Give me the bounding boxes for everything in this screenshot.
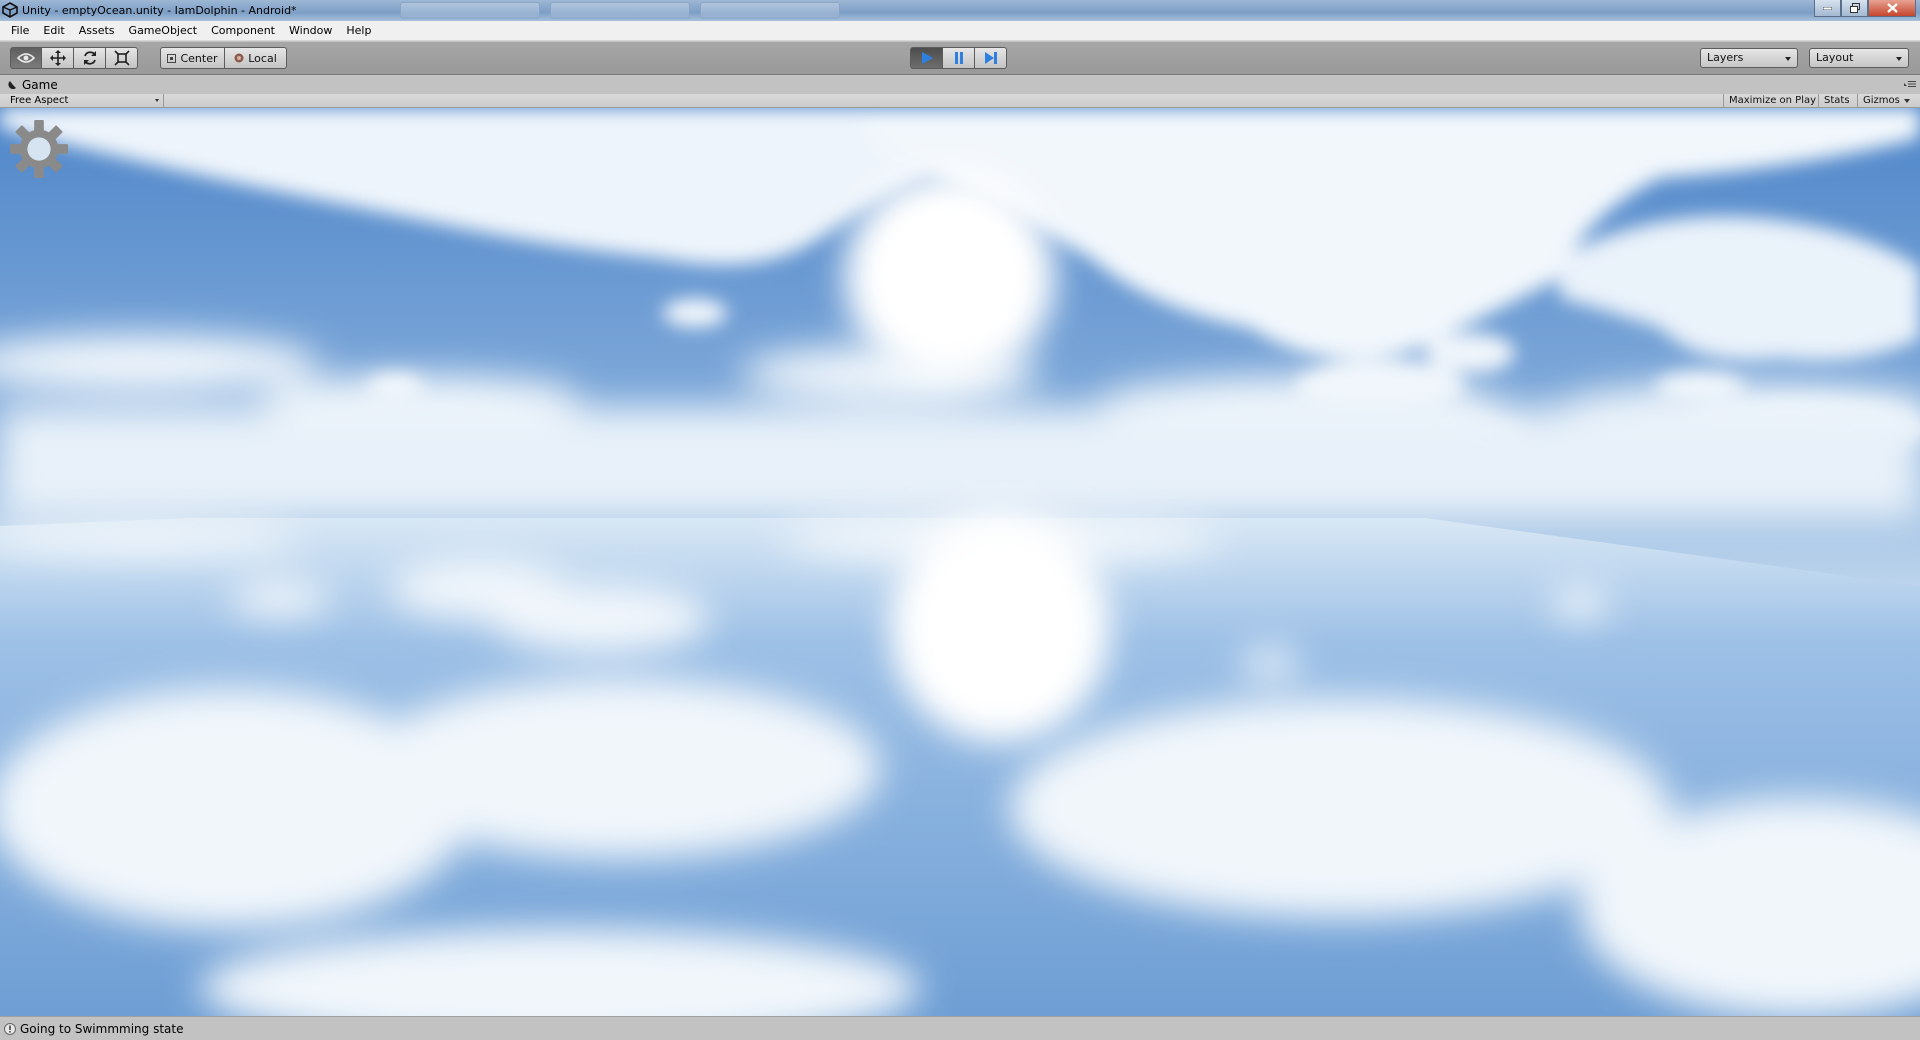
maximize-on-play-toggle[interactable]: Maximize on Play [1723,94,1821,108]
close-button[interactable] [1868,0,1916,17]
blurred-tab[interactable] [400,2,540,19]
pivot-local-label: Local [248,51,277,65]
pivot-center-icon [167,53,177,63]
aspect-ratio-label: Free Aspect [10,95,69,106]
pause-icon [954,52,963,64]
restore-button[interactable] [1841,0,1868,17]
scale-tool-button[interactable] [106,47,138,69]
chevron-down-icon [1904,99,1910,103]
eye-icon [17,53,35,63]
main-toolbar: Center Local Layers Layout [0,42,1920,75]
view-tool-button[interactable] [10,47,42,69]
chevron-down-icon [1896,57,1902,61]
menu-edit[interactable]: Edit [36,21,71,41]
pivot-local-toggle[interactable]: Local [225,47,287,69]
menu-component[interactable]: Component [204,21,282,41]
title-bar: Unity - emptyOcean.unity - IamDolphin - … [0,0,1920,21]
menu-file[interactable]: File [4,21,36,41]
scale-icon [113,50,130,66]
chevron-down-icon [1785,57,1791,61]
chevron-down-icon [155,99,159,102]
game-view-viewport[interactable] [0,108,1920,1016]
blurred-tab[interactable] [550,2,690,19]
menu-window[interactable]: Window [282,21,339,41]
pivot-controls: Center Local [160,47,287,69]
blurred-tab[interactable] [700,2,840,19]
pivot-center-toggle[interactable]: Center [160,47,225,69]
aspect-ratio-dropdown[interactable]: Free Aspect [4,94,164,108]
transform-tools [10,47,138,69]
taskbar-previews [400,2,840,19]
play-button[interactable] [910,47,943,69]
game-panel-tabbar: Game [0,75,1920,94]
menu-assets[interactable]: Assets [72,21,122,41]
layout-dropdown-label: Layout [1816,51,1854,64]
info-icon [4,1023,16,1035]
step-button[interactable] [975,47,1007,69]
window-title: Unity - emptyOcean.unity - IamDolphin - … [22,4,297,17]
play-icon [921,52,933,64]
minimize-button[interactable] [1814,0,1841,17]
play-controls [910,47,1007,69]
panel-menu-icon[interactable] [1904,80,1916,88]
layout-dropdown[interactable]: Layout [1809,48,1909,68]
layers-dropdown-label: Layers [1707,51,1744,64]
ocean-sky-scene [0,108,1920,1016]
rotate-icon [83,51,96,65]
game-panel-controls: Free Aspect Maximize on Play Stats Gizmo… [0,94,1920,108]
local-space-icon [234,53,244,63]
rotate-tool-button[interactable] [74,47,106,69]
gizmos-label: Gizmos [1863,95,1900,106]
pause-button[interactable] [943,47,975,69]
console-status-message[interactable]: Going to Swimmming state [20,1022,183,1036]
pivot-center-label: Center [180,51,218,65]
tab-game[interactable]: Game [4,76,68,94]
step-icon [984,52,997,64]
sun-glow [830,156,1070,396]
unity-logo-icon [2,2,18,18]
status-bar: Going to Swimmming state [0,1016,1920,1040]
stats-toggle[interactable]: Stats [1818,94,1855,108]
close-icon [1886,3,1898,13]
tab-game-label: Game [22,78,58,92]
minimize-icon [1823,6,1832,10]
game-controller-icon [8,81,16,90]
layers-dropdown[interactable]: Layers [1700,48,1798,68]
restore-icon [1849,3,1860,13]
settings-gear-icon[interactable] [10,120,68,178]
move-tool-button[interactable] [42,47,74,69]
move-arrows-icon [49,50,66,66]
menu-help[interactable]: Help [339,21,378,41]
menu-gameobject[interactable]: GameObject [122,21,205,41]
menu-bar: File Edit Assets GameObject Component Wi… [0,21,1920,41]
sun-reflection [875,498,1125,758]
